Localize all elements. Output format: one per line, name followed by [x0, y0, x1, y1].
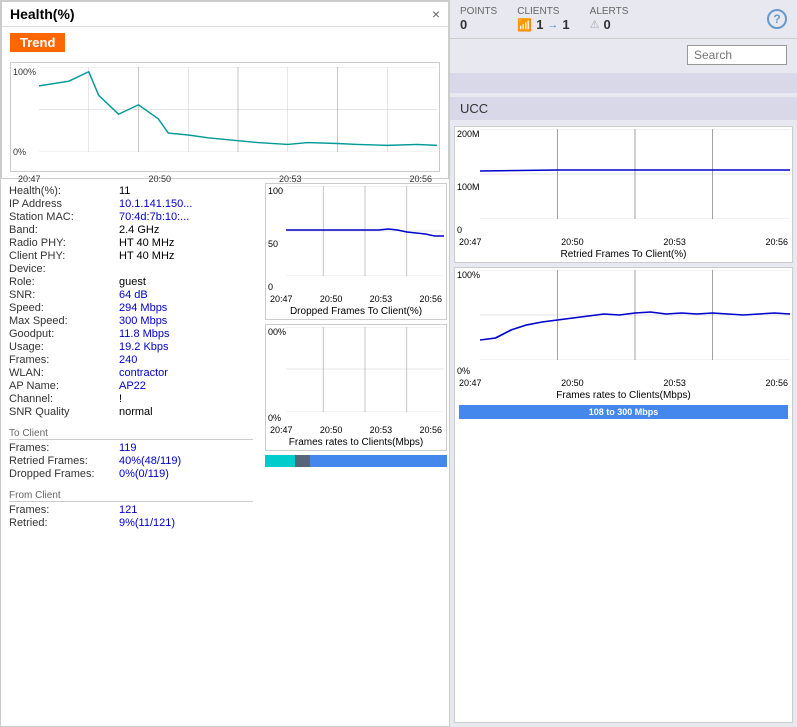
info-row-client-phy: Client PHY: HT 40 MHz: [9, 250, 253, 262]
search-bar: [450, 39, 797, 71]
info-row-mac: Station MAC: 70:4d:7b:10:...: [9, 211, 253, 223]
alert-icon: ⚠: [590, 18, 600, 31]
info-row-wlan: WLAN: contractor: [9, 367, 253, 379]
dropped-frames-chart: 100 50 0: [265, 183, 447, 320]
info-row-device: Device:: [9, 263, 253, 275]
info-row-role: Role: guest: [9, 276, 253, 288]
from-client-retried: Retried: 9%(11/121): [9, 517, 253, 529]
to-client-section: To Client Frames: 119 Retried Frames: 40…: [9, 428, 253, 480]
info-row-goodput: Goodput: 11.8 Mbps: [9, 328, 253, 340]
info-row-frames: Frames: 240: [9, 354, 253, 366]
wifi-icon: 📶: [517, 18, 532, 32]
info-row-health: Health(%): 11: [9, 185, 253, 197]
help-button[interactable]: ?: [767, 9, 787, 29]
arrow-icon: →: [547, 19, 558, 31]
info-row-radio-phy: Radio PHY: HT 40 MHz: [9, 237, 253, 249]
chart-y-max: 100%: [13, 67, 36, 77]
info-row-max-speed: Max Speed: 300 Mbps: [9, 315, 253, 327]
close-button[interactable]: ×: [432, 6, 440, 22]
info-row-ap: AP Name: AP22: [9, 380, 253, 392]
info-row-speed: Speed: 294 Mbps: [9, 302, 253, 314]
to-client-dropped: Dropped Frames: 0%(0/119): [9, 468, 253, 480]
search-input[interactable]: [687, 45, 787, 65]
info-row-ip: IP Address 10.1.141.150...: [9, 198, 253, 210]
health-chart-xaxis: 20:47 20:50 20:53 20:56: [10, 174, 440, 184]
info-row-snr-quality: SNR Quality normal: [9, 406, 253, 418]
frames-rates-bottom-chart: 00% 0% 20:47 20:50: [265, 324, 447, 451]
frames-rates-right-title: Frames rates to Clients(Mbps): [455, 388, 792, 403]
info-row-channel: Channel: !: [9, 393, 253, 405]
from-client-section: From Client Frames: 121 Retried: 9%(11/1…: [9, 490, 253, 529]
frames-rates-right-chart: 100% 0% 20:47 20:50: [454, 267, 793, 723]
ucc-bar: UCC: [450, 97, 797, 120]
top-bar: POINTS 0 CLIENTS 📶 1 → 1 ALERTS: [450, 0, 797, 39]
info-row-usage: Usage: 19.2 Kbps: [9, 341, 253, 353]
frames-color-bar-right: 108 to 300 Mbps: [459, 405, 788, 419]
from-client-frames: Frames: 121: [9, 504, 253, 516]
to-client-frames: Frames: 119: [9, 442, 253, 454]
spacer-bar: [450, 73, 797, 93]
health-trend-chart: 100% 0%: [2, 58, 448, 178]
info-row-band: Band: 2.4 GHz: [9, 224, 253, 236]
health-card-title: Health(%): [10, 6, 75, 22]
retried-frames-chart: 200M 100M 0: [454, 126, 793, 263]
health-card: Health(%) × Trend 100% 0%: [1, 1, 449, 179]
frames-color-bar-bottom: [265, 455, 447, 467]
frames-rates-bottom-title: Frames rates to Clients(Mbps): [266, 435, 446, 450]
dropped-frames-title: Dropped Frames To Client(%): [266, 304, 446, 319]
points-section: POINTS 0: [460, 6, 497, 32]
alerts-section: ALERTS ⚠ 0: [590, 6, 629, 32]
to-client-retried: Retried Frames: 40%(48/119): [9, 455, 253, 467]
retried-frames-title: Retried Frames To Client(%): [455, 247, 792, 262]
trend-label: Trend: [10, 33, 65, 52]
info-row-snr: SNR: 64 dB: [9, 289, 253, 301]
chart-y-min: 0%: [13, 147, 26, 157]
clients-section: CLIENTS 📶 1 → 1: [517, 6, 569, 32]
